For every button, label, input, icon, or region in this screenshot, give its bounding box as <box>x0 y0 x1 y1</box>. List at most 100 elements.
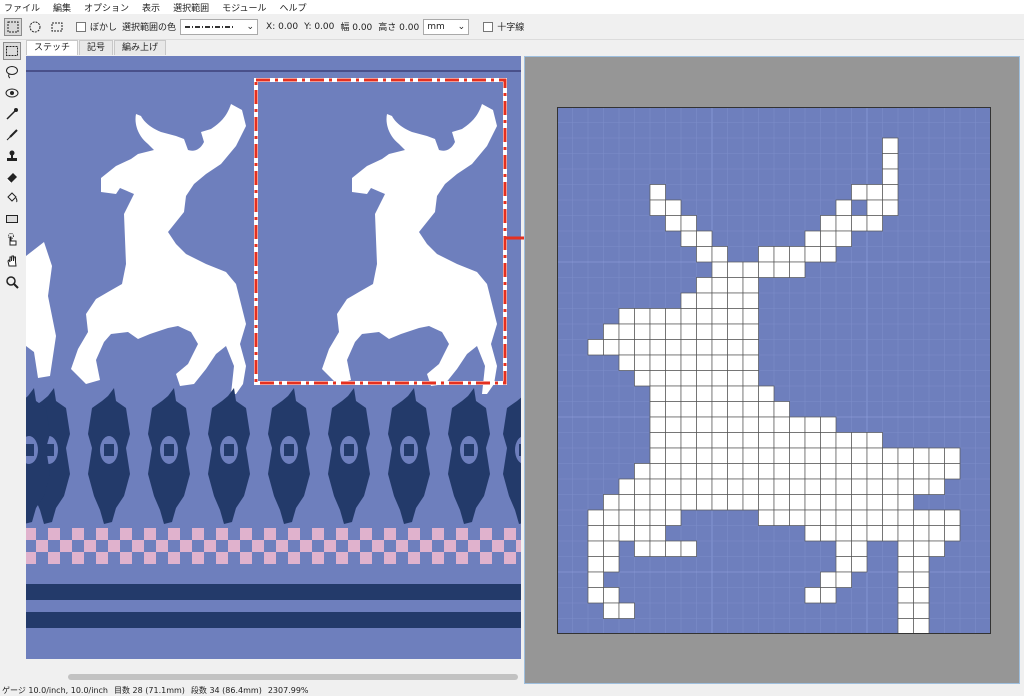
stitch-cell[interactable] <box>665 339 682 356</box>
stitch-cell[interactable] <box>804 416 821 433</box>
stitch-cell[interactable] <box>587 540 604 557</box>
stitch-cell[interactable] <box>649 308 666 325</box>
stitch-cell[interactable] <box>727 416 744 433</box>
stitch-cell[interactable] <box>897 509 914 526</box>
stitch-cell[interactable] <box>820 463 837 480</box>
stitch-cell[interactable] <box>696 339 713 356</box>
stitch-cell[interactable] <box>742 308 759 325</box>
stitch-cell[interactable] <box>913 463 930 480</box>
stitch-cell[interactable] <box>649 370 666 387</box>
stitch-cell[interactable] <box>727 354 744 371</box>
stitch-cell[interactable] <box>603 525 620 542</box>
stitch-cell[interactable] <box>944 525 961 542</box>
stitch-cell[interactable] <box>711 401 728 418</box>
stitch-cell[interactable] <box>665 215 682 232</box>
stitch-cell[interactable] <box>649 540 666 557</box>
stitch-cell[interactable] <box>882 137 899 154</box>
rect-select-mode-button[interactable] <box>4 17 22 36</box>
stitch-cell[interactable] <box>603 540 620 557</box>
stitch-cell[interactable] <box>913 602 930 619</box>
stitch-cell[interactable] <box>897 602 914 619</box>
stitch-cell[interactable] <box>835 494 852 511</box>
stitch-cell[interactable] <box>727 478 744 495</box>
stitch-cell[interactable] <box>928 463 945 480</box>
stitch-cell[interactable] <box>897 540 914 557</box>
stitch-cell[interactable] <box>913 571 930 588</box>
stitch-cell[interactable] <box>634 525 651 542</box>
stitch-cell[interactable] <box>928 478 945 495</box>
scrollbar-thumb[interactable] <box>68 674 518 680</box>
stitch-cell[interactable] <box>820 587 837 604</box>
stitch-cell[interactable] <box>835 215 852 232</box>
stitch-cell[interactable] <box>742 261 759 278</box>
stitch-cell[interactable] <box>897 587 914 604</box>
stitch-cell[interactable] <box>835 463 852 480</box>
stitch-cell[interactable] <box>835 509 852 526</box>
stitch-cell[interactable] <box>696 230 713 247</box>
stitch-cell[interactable] <box>665 463 682 480</box>
eyedropper-tool[interactable] <box>3 105 21 123</box>
stitch-cell[interactable] <box>820 416 837 433</box>
stitch-cell[interactable] <box>727 339 744 356</box>
stitch-cell[interactable] <box>696 246 713 263</box>
stitch-cell[interactable] <box>727 401 744 418</box>
stitch-cell[interactable] <box>711 261 728 278</box>
stitch-cell[interactable] <box>913 447 930 464</box>
stitch-cell[interactable] <box>820 230 837 247</box>
stitch-cell[interactable] <box>618 339 635 356</box>
stitch-cell[interactable] <box>835 525 852 542</box>
stitch-cell[interactable] <box>634 494 651 511</box>
stitch-cell[interactable] <box>634 540 651 557</box>
stitch-cell[interactable] <box>773 509 790 526</box>
stitch-cell[interactable] <box>727 292 744 309</box>
stitch-cell[interactable] <box>696 292 713 309</box>
stitch-cell[interactable] <box>649 184 666 201</box>
stitch-cell[interactable] <box>742 463 759 480</box>
stitch-cell[interactable] <box>758 261 775 278</box>
stitch-cell[interactable] <box>897 556 914 573</box>
stitch-cell[interactable] <box>649 478 666 495</box>
stitch-cell[interactable] <box>711 354 728 371</box>
stitch-cell[interactable] <box>866 478 883 495</box>
stitch-cell[interactable] <box>680 447 697 464</box>
stitch-cell[interactable] <box>665 478 682 495</box>
stitch-cell[interactable] <box>696 447 713 464</box>
pointer-hand-tool[interactable] <box>3 231 21 249</box>
stitch-cell[interactable] <box>773 478 790 495</box>
stitch-cell[interactable] <box>835 447 852 464</box>
stitch-cell[interactable] <box>603 494 620 511</box>
stitch-cell[interactable] <box>820 571 837 588</box>
stitch-cell[interactable] <box>680 339 697 356</box>
stitch-cell[interactable] <box>882 184 899 201</box>
stitch-cell[interactable] <box>649 354 666 371</box>
stitch-cell[interactable] <box>851 463 868 480</box>
stitch-cell[interactable] <box>835 556 852 573</box>
stitch-cell[interactable] <box>603 509 620 526</box>
stitch-cell[interactable] <box>649 432 666 449</box>
stitch-cell[interactable] <box>665 447 682 464</box>
rect-select-tool[interactable] <box>3 42 21 60</box>
stitch-cell[interactable] <box>897 571 914 588</box>
stitch-cell[interactable] <box>928 525 945 542</box>
stitch-cell[interactable] <box>882 509 899 526</box>
stitch-cell[interactable] <box>835 571 852 588</box>
stitch-cell[interactable] <box>789 509 806 526</box>
stitch-cell[interactable] <box>742 494 759 511</box>
stitch-cell[interactable] <box>680 463 697 480</box>
hand-tool[interactable] <box>3 252 21 270</box>
stitch-cell[interactable] <box>928 540 945 557</box>
stitch-cell[interactable] <box>851 447 868 464</box>
stitch-cell[interactable] <box>649 447 666 464</box>
stitch-cell[interactable] <box>773 447 790 464</box>
stitch-cell[interactable] <box>618 354 635 371</box>
stitch-cell[interactable] <box>882 494 899 511</box>
stitch-cell[interactable] <box>742 277 759 294</box>
stitch-cell[interactable] <box>897 478 914 495</box>
stitch-cell[interactable] <box>680 354 697 371</box>
stitch-cell[interactable] <box>680 401 697 418</box>
stitch-cell[interactable] <box>665 416 682 433</box>
stitch-cell[interactable] <box>835 230 852 247</box>
stitch-cell[interactable] <box>789 447 806 464</box>
stitch-cell[interactable] <box>789 261 806 278</box>
stitch-cell[interactable] <box>913 587 930 604</box>
